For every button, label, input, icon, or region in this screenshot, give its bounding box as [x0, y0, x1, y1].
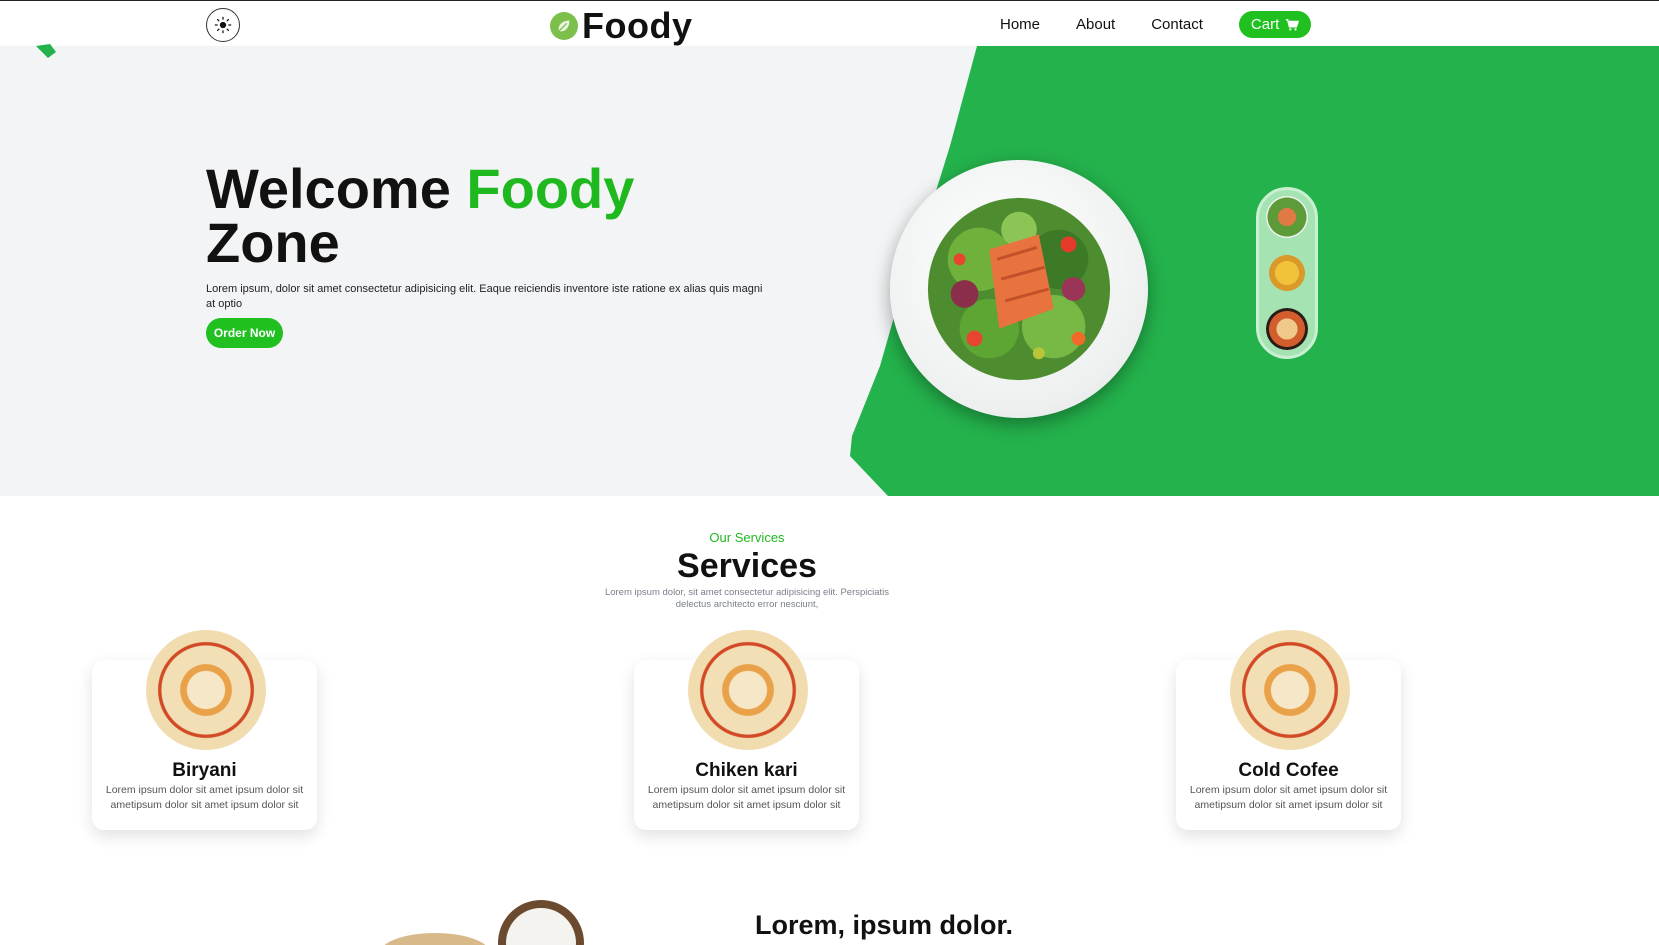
- leaf-logo-icon: [550, 12, 578, 40]
- sun-icon: [214, 16, 232, 34]
- service-card-biryani[interactable]: Biryani Lorem ipsum dolor sit amet ipsum…: [92, 630, 317, 830]
- hero-section: Welcome Foody Zone Lorem ipsum, dolor si…: [0, 46, 1659, 496]
- brand-name: Foody: [582, 5, 693, 46]
- services-title: Services: [677, 547, 817, 585]
- biryani-image: [146, 630, 266, 750]
- biryani-thumbnail[interactable]: [1266, 308, 1308, 350]
- theme-toggle-button[interactable]: [206, 8, 240, 42]
- about-title: Lorem, ipsum dolor.: [755, 910, 1014, 940]
- service-card-text: Lorem ipsum dolor sit amet ipsum dolor s…: [647, 784, 846, 811]
- bread-dish-image: [380, 933, 490, 945]
- chiken-kari-image: [688, 630, 808, 750]
- cold-cofee-image: [1230, 630, 1350, 750]
- order-now-button[interactable]: Order Now: [206, 318, 283, 348]
- main-nav: Home About Contact Cart: [1000, 11, 1312, 38]
- curry-thumbnail[interactable]: [1266, 252, 1308, 294]
- service-card-title: Chiken kari: [695, 760, 798, 781]
- nav-home-link[interactable]: Home: [1000, 12, 1040, 38]
- cart-icon: [1286, 18, 1300, 31]
- services-description: Lorem ipsum dolor, sit amet consectetur …: [604, 587, 890, 610]
- service-card-cold-cofee[interactable]: Cold Cofee Lorem ipsum dolor sit amet ip…: [1176, 630, 1401, 830]
- hero-title-accent: Foody: [466, 157, 635, 220]
- cart-button[interactable]: Cart: [1238, 11, 1312, 38]
- service-card-text: Lorem ipsum dolor sit amet ipsum dolor s…: [1189, 784, 1388, 811]
- corner-decoration: [36, 44, 56, 58]
- hero-description: Lorem ipsum, dolor sit amet consectetur …: [206, 283, 763, 310]
- site-header: Foody Home About Contact Cart: [0, 0, 1659, 46]
- nav-about-link[interactable]: About: [1076, 12, 1115, 38]
- salad-illustration: [927, 197, 1111, 381]
- cart-label: Cart: [1250, 16, 1280, 33]
- services-subtitle: Our Services: [709, 530, 785, 545]
- service-card-title: Cold Cofee: [1238, 760, 1339, 781]
- service-card-title: Biryani: [172, 760, 237, 781]
- brand[interactable]: Foody: [550, 5, 692, 47]
- salad-plate-image: [890, 160, 1148, 418]
- dish-thumbnail-rail: [1256, 187, 1318, 359]
- hero-title: Welcome Foody Zone: [206, 157, 635, 274]
- nav-contact-link[interactable]: Contact: [1151, 12, 1203, 38]
- raita-bowl-image: [498, 900, 584, 945]
- service-card-chiken-kari[interactable]: Chiken kari Lorem ipsum dolor sit amet i…: [634, 630, 859, 830]
- salad-thumbnail[interactable]: [1266, 196, 1308, 238]
- service-card-text: Lorem ipsum dolor sit amet ipsum dolor s…: [105, 784, 304, 811]
